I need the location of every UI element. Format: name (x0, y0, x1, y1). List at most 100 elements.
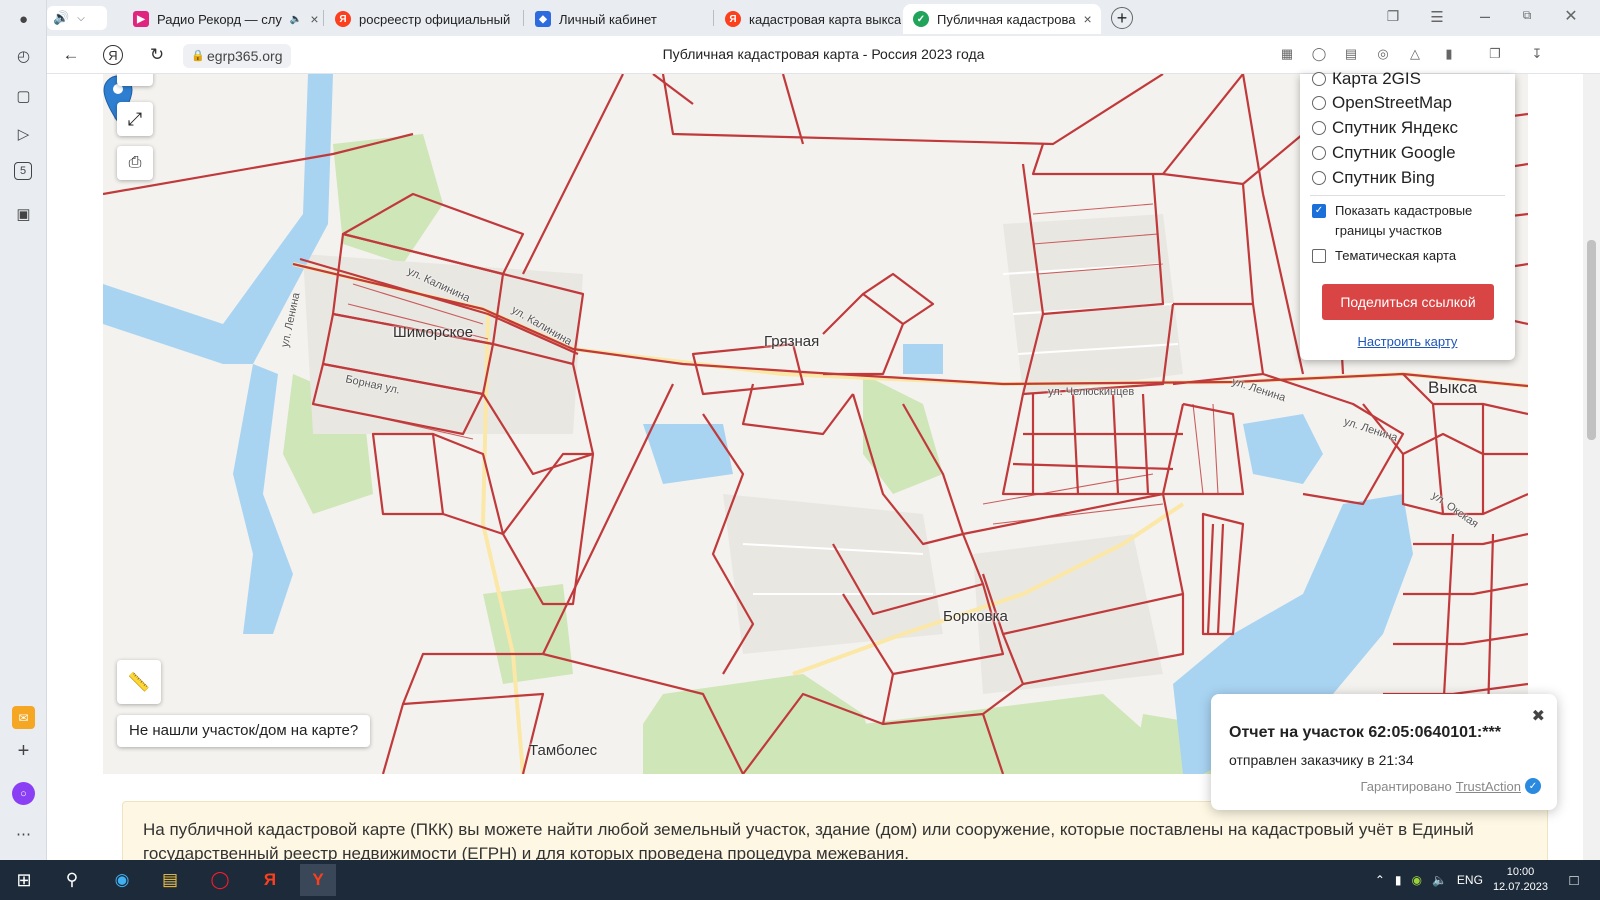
tab-title: кадастровая карта выкса (749, 11, 901, 27)
tab-title: Публичная кадастрова (937, 11, 1076, 27)
show-borders-option[interactable]: ✓ Показать кадастровые границы участков (1312, 201, 1502, 241)
layer-option-osm[interactable]: OpenStreetMap (1312, 92, 1452, 114)
trustaction-link[interactable]: TrustAction (1456, 779, 1521, 794)
tab-rosreestr[interactable]: Я росреестр официальный (325, 4, 521, 34)
bookmark-icon[interactable]: ▮ (1439, 46, 1459, 66)
history-icon[interactable]: ◴ (12, 44, 35, 67)
bookmarks-panel-icon[interactable]: ❐ (1383, 8, 1403, 28)
close-icon[interactable]: × (310, 11, 318, 27)
place-label-vyksa: Выкса (1428, 378, 1478, 397)
speaker-icon: 🔊 (53, 10, 70, 25)
verified-icon: ✓ (1525, 778, 1541, 794)
layer-option-2gis[interactable]: Карта 2GIS (1312, 68, 1421, 90)
page-scrollbar[interactable] (1583, 74, 1600, 860)
yandex-icon[interactable]: Я (252, 864, 288, 896)
downloads-icon[interactable]: ↧ (1527, 46, 1547, 66)
radio-button[interactable] (1312, 121, 1326, 135)
volume-icon[interactable]: 🔈 (1432, 873, 1447, 887)
speaker-icon: 🔈 (289, 13, 303, 25)
search-icon[interactable]: ⚲ (54, 864, 90, 896)
edge-icon[interactable]: ◉ (104, 864, 140, 896)
windows-start-icon[interactable]: ⊞ (6, 864, 42, 896)
tab-groups-button[interactable]: 🔊 ⌵ (47, 6, 107, 30)
network-icon[interactable]: ◉ (1411, 873, 1421, 887)
protect-icon[interactable]: △ (1405, 46, 1425, 66)
reader-icon[interactable]: ▤ (1341, 46, 1361, 66)
radio-record-icon: ▶ (133, 11, 149, 27)
radio-button[interactable] (1312, 171, 1326, 185)
layer-option-google-satellite[interactable]: Спутник Google (1312, 142, 1456, 164)
layer-option-bing-satellite[interactable]: Спутник Bing (1312, 167, 1435, 189)
clock[interactable]: 10:00 12.07.2023 (1493, 865, 1548, 895)
close-icon[interactable]: ✖ (1532, 706, 1545, 726)
place-label-tambolez: Тамболес (529, 742, 598, 759)
close-icon[interactable]: × (1083, 11, 1091, 27)
layers-panel: Карта 2GIS OpenStreetMap Спутник Яндекс … (1300, 69, 1515, 360)
notification-title: Отчет на участок 62:05:0640101:*** (1229, 724, 1501, 741)
divider (1310, 195, 1505, 196)
alice-icon[interactable]: ○ (12, 782, 35, 805)
video-icon[interactable]: ▷ (12, 122, 35, 145)
configure-map-link[interactable]: Настроить карту (1300, 334, 1515, 349)
window-close-icon[interactable]: ✕ (1561, 6, 1581, 26)
headphones-icon[interactable]: ◯ (1309, 46, 1329, 66)
report-notification: ✖ Отчет на участок 62:05:0640101:*** отп… (1211, 694, 1557, 810)
microphone-icon[interactable]: ▮ (1395, 873, 1402, 887)
collections-button-icon[interactable]: ❐ (1485, 46, 1505, 66)
guarantee-line: Гарантировано TrustAction ✓ (1360, 778, 1541, 794)
tab-title: росреестр официальный (359, 11, 511, 27)
opera-icon[interactable]: ◯ (202, 864, 238, 896)
chevron-down-icon: ⌵ (77, 12, 85, 24)
place-label-shimorskoe: Шиморское (393, 324, 474, 341)
print-icon[interactable]: ⎙ (117, 146, 153, 180)
screenshot-icon[interactable]: ▣ (12, 202, 35, 225)
collections-icon[interactable]: ▢ (12, 84, 35, 107)
mail-icon[interactable]: ✉ (12, 706, 35, 729)
fullscreen-icon[interactable]: ⤢ (117, 102, 153, 136)
more-icon[interactable]: ⋯ (12, 822, 35, 845)
tab-cabinet[interactable]: ◆ Личный кабинет (525, 4, 711, 34)
notifications-icon[interactable]: □ (1556, 864, 1592, 896)
translate-icon[interactable]: ◎ (1373, 46, 1393, 66)
tab-public-cadastral[interactable]: ✓ Публичная кадастрова × (903, 4, 1101, 34)
yandex-icon: Я (335, 11, 351, 27)
thematic-map-option[interactable]: Тематическая карта (1312, 246, 1456, 266)
tab-title: Личный кабинет (559, 11, 657, 27)
menu-icon[interactable]: ☰ (1427, 8, 1447, 28)
chevron-up-icon[interactable]: ⌃ (1375, 873, 1385, 887)
tab-radio-record[interactable]: ▶ Радио Рекорд — слу 🔈 × (123, 4, 319, 34)
not-found-button[interactable]: Не нашли участок/дом на карте? (117, 715, 371, 747)
windows-taskbar: ⊞ ⚲ ◉ ▤ ◯ Я Y ⌃ ▮ ◉ 🔈 ENG 10:00 12.07.20… (0, 860, 1600, 900)
yandex-icon: Я (725, 11, 741, 27)
apps-icon[interactable]: ▦ (1277, 46, 1297, 66)
new-tab-button[interactable]: + (1111, 7, 1133, 29)
ruler-icon[interactable]: 📏 (117, 660, 161, 704)
file-explorer-icon[interactable]: ▤ (152, 864, 188, 896)
notification-subtitle: отправлен заказчику в 21:34 (1229, 752, 1414, 768)
place-label-gryaznaya: Грязная (764, 333, 820, 350)
share-link-button[interactable]: Поделиться ссылкой (1322, 284, 1494, 320)
thematic-checkbox[interactable] (1312, 249, 1326, 263)
radio-button[interactable] (1312, 96, 1326, 110)
language-indicator[interactable]: ENG (1457, 873, 1483, 887)
browser-sidebar: ● ◴ ▢ ▷ 5 ▣ ✉ + ○ ⋯ (0, 0, 47, 860)
restore-icon[interactable]: ⧉ (1517, 8, 1537, 28)
yandex-browser-icon[interactable]: Y (300, 864, 336, 896)
add-icon[interactable]: + (12, 740, 35, 763)
system-tray: ⌃ ▮ ◉ 🔈 ENG 10:00 12.07.2023 (1375, 860, 1548, 900)
counter-5-icon[interactable]: 5 (14, 162, 32, 180)
check-icon: ✓ (913, 11, 929, 27)
radio-button[interactable] (1312, 72, 1326, 86)
zoom-control-button[interactable] (117, 74, 153, 86)
minimize-icon[interactable]: – (1475, 6, 1495, 26)
radio-button[interactable] (1312, 146, 1326, 160)
place-label-borkovka: Борковка (943, 608, 1008, 625)
tab-bar: 🔊 ⌵ ▶ Радио Рекорд — слу 🔈 × Я росреестр… (47, 0, 1600, 36)
tab-cadastral-vyksa[interactable]: Я кадастровая карта выкса (715, 4, 901, 34)
borders-checkbox[interactable]: ✓ (1312, 204, 1326, 218)
layer-option-yandex-satellite[interactable]: Спутник Яндекс (1312, 117, 1458, 139)
page-title: Публичная кадастровая карта - Россия 202… (662, 46, 985, 62)
scrollbar-thumb[interactable] (1587, 240, 1596, 440)
profile-icon[interactable]: ● (12, 8, 35, 31)
cabinet-icon: ◆ (535, 11, 551, 27)
